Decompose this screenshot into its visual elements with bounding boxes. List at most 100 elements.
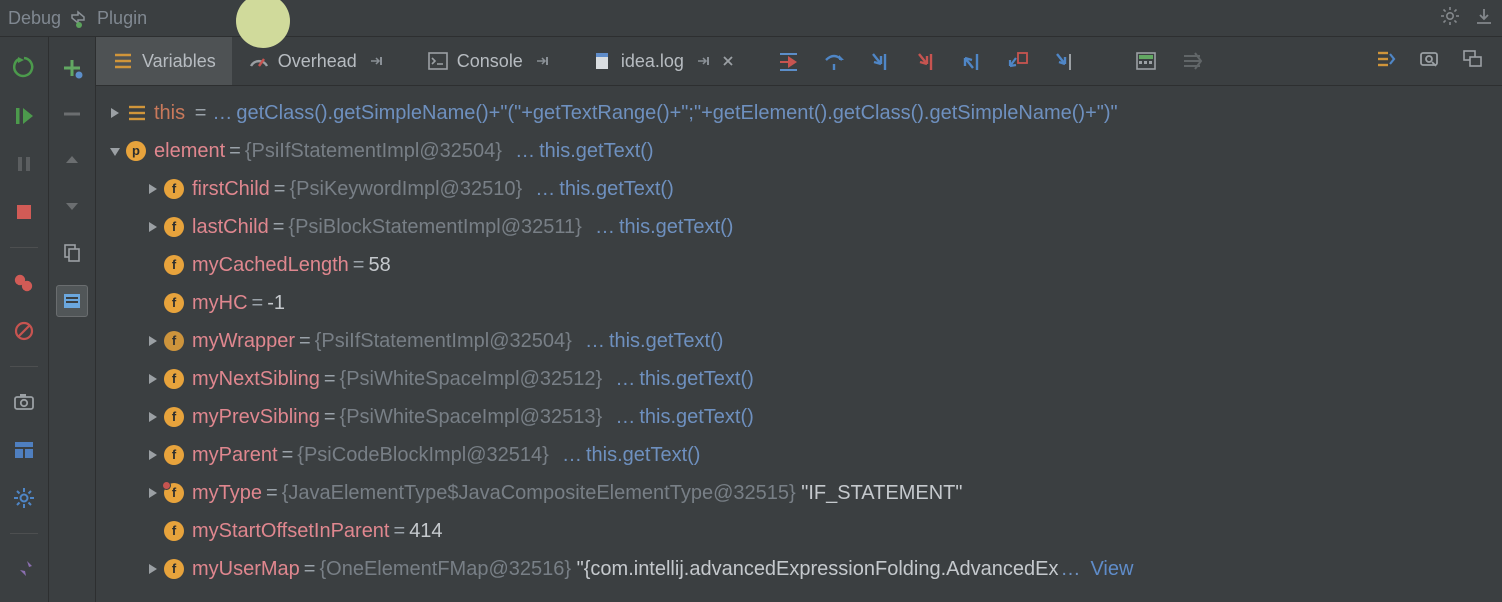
- var-value-link[interactable]: this.getText(): [586, 436, 700, 474]
- var-name: element: [154, 132, 225, 170]
- variable-row-myParent[interactable]: f myParent = {PsiCodeBlockImpl@32514} … …: [96, 436, 1502, 474]
- var-value: 414: [409, 512, 442, 550]
- variable-row-myCachedLength[interactable]: f myCachedLength = 58: [96, 246, 1502, 284]
- field-badge-icon: f: [164, 255, 184, 275]
- var-value-link[interactable]: this.getText(): [639, 398, 753, 436]
- view-breakpoints-icon[interactable]: [11, 270, 37, 296]
- async-stacktraces-icon[interactable]: [1374, 48, 1396, 75]
- variable-row-lastChild[interactable]: f lastChild = {PsiBlockStatementImpl@325…: [96, 208, 1502, 246]
- field-badge-icon: f: [164, 445, 184, 465]
- move-down-icon[interactable]: [59, 193, 85, 219]
- pin-tab-icon[interactable]: [696, 54, 710, 68]
- variable-row-myPrevSibling[interactable]: f myPrevSibling = {PsiWhiteSpaceImpl@325…: [96, 398, 1502, 436]
- separator: [10, 366, 38, 367]
- collapse-arrow-icon[interactable]: [106, 142, 124, 160]
- ellipsis[interactable]: …: [562, 436, 582, 474]
- pin-icon[interactable]: [11, 556, 37, 582]
- download-icon[interactable]: [1474, 6, 1494, 31]
- ellipsis[interactable]: …: [615, 360, 635, 398]
- ellipsis[interactable]: …: [585, 322, 605, 360]
- expand-arrow-icon[interactable]: [144, 332, 162, 350]
- equals: =: [274, 170, 286, 208]
- var-value-link[interactable]: this.getText(): [639, 360, 753, 398]
- force-step-into-icon[interactable]: [914, 49, 938, 73]
- field-badge-icon: f: [164, 293, 184, 313]
- var-value: {PsiBlockStatementImpl@32511}: [288, 208, 581, 246]
- layout-icon[interactable]: [11, 437, 37, 463]
- camera-icon[interactable]: [11, 389, 37, 415]
- expand-arrow-icon[interactable]: [144, 560, 162, 578]
- expand-arrow-icon[interactable]: [144, 180, 162, 198]
- ellipsis[interactable]: …: [535, 170, 555, 208]
- equals: =: [273, 208, 285, 246]
- expand-arrow-icon[interactable]: [106, 104, 124, 122]
- gear-icon[interactable]: [1440, 6, 1460, 31]
- tab-variables[interactable]: Variables: [96, 37, 232, 85]
- var-value-link[interactable]: this.getText(): [609, 322, 723, 360]
- var-value-link[interactable]: this.getText(): [619, 208, 733, 246]
- resume-icon[interactable]: [11, 103, 37, 129]
- var-name: lastChild: [192, 208, 269, 246]
- close-tab-icon[interactable]: [722, 55, 734, 67]
- variable-row-myStartOffsetInParent[interactable]: f myStartOffsetInParent = 414: [96, 512, 1502, 550]
- var-string-value: "{com.intellij.advancedExpressionFolding…: [577, 550, 1059, 588]
- var-value-link[interactable]: this.getText(): [539, 132, 653, 170]
- variable-row-myHC[interactable]: f myHC = -1: [96, 284, 1502, 322]
- debug-label: Debug: [8, 8, 61, 29]
- expand-arrow-icon[interactable]: [144, 370, 162, 388]
- mute-breakpoints-icon[interactable]: [11, 318, 37, 344]
- variable-row-element[interactable]: p element = {PsiIfStatementImpl@32504} ……: [96, 132, 1502, 170]
- pause-icon[interactable]: [11, 151, 37, 177]
- ellipsis[interactable]: …: [595, 208, 615, 246]
- expand-arrow-icon[interactable]: [144, 218, 162, 236]
- step-over-icon[interactable]: [822, 49, 846, 73]
- add-watch-icon[interactable]: [59, 55, 85, 81]
- tab-label: Overhead: [278, 51, 357, 72]
- pin-tab-icon[interactable]: [369, 54, 383, 68]
- field-badge-icon: f: [164, 483, 184, 503]
- expand-arrow-icon[interactable]: [144, 408, 162, 426]
- variable-row-this[interactable]: this = … getClass().getSimpleName()+"("+…: [96, 94, 1502, 132]
- rerun-icon[interactable]: [11, 55, 37, 81]
- restore-layout-icon[interactable]: [1462, 48, 1484, 75]
- ellipsis[interactable]: …: [1060, 550, 1080, 588]
- var-name: myWrapper: [192, 322, 295, 360]
- copy-icon[interactable]: [59, 239, 85, 265]
- variable-row-myNextSibling[interactable]: f myNextSibling = {PsiWhiteSpaceImpl@325…: [96, 360, 1502, 398]
- step-into-icon[interactable]: [868, 49, 892, 73]
- tab-idealog[interactable]: idea.log: [577, 37, 750, 85]
- expand-arrow-icon[interactable]: [144, 446, 162, 464]
- variable-row-myWrapper[interactable]: f myWrapper = {PsiIfStatementImpl@32504}…: [96, 322, 1502, 360]
- show-execution-point-icon[interactable]: [776, 49, 800, 73]
- pin-tab-icon[interactable]: [535, 54, 549, 68]
- list-icon: [112, 50, 134, 72]
- drop-frame-icon[interactable]: [1006, 49, 1030, 73]
- show-watches-icon[interactable]: [56, 285, 88, 317]
- var-name: myType: [192, 474, 262, 512]
- expand-arrow-icon[interactable]: [144, 484, 162, 502]
- ellipsis[interactable]: …: [212, 94, 232, 132]
- var-value-link[interactable]: getClass().getSimpleName()+"("+getTextRa…: [236, 94, 1117, 132]
- var-value-link[interactable]: this.getText(): [559, 170, 673, 208]
- trace-current-stream-icon[interactable]: [1180, 49, 1204, 73]
- equals: =: [229, 132, 241, 170]
- evaluate-expression-icon[interactable]: [1134, 49, 1158, 73]
- equals: =: [282, 436, 294, 474]
- ellipsis[interactable]: …: [515, 132, 535, 170]
- run-to-cursor-icon[interactable]: [1052, 49, 1076, 73]
- remove-watch-icon[interactable]: [59, 101, 85, 127]
- memory-view-icon[interactable]: [1418, 48, 1440, 75]
- view-link[interactable]: View: [1090, 550, 1133, 588]
- move-up-icon[interactable]: [59, 147, 85, 173]
- stop-icon[interactable]: [11, 199, 37, 225]
- variable-row-myUserMap[interactable]: f myUserMap = {OneElementFMap@32516} "{c…: [96, 550, 1502, 588]
- variable-row-firstChild[interactable]: f firstChild = {PsiKeywordImpl@32510} … …: [96, 170, 1502, 208]
- equals: =: [195, 94, 207, 132]
- equals: =: [304, 550, 316, 588]
- tab-label: Variables: [142, 51, 216, 72]
- tab-console[interactable]: Console: [411, 37, 565, 85]
- settings-gear-icon[interactable]: [11, 485, 37, 511]
- step-out-icon[interactable]: [960, 49, 984, 73]
- ellipsis[interactable]: …: [615, 398, 635, 436]
- variable-row-myType[interactable]: f myType = {JavaElementType$JavaComposit…: [96, 474, 1502, 512]
